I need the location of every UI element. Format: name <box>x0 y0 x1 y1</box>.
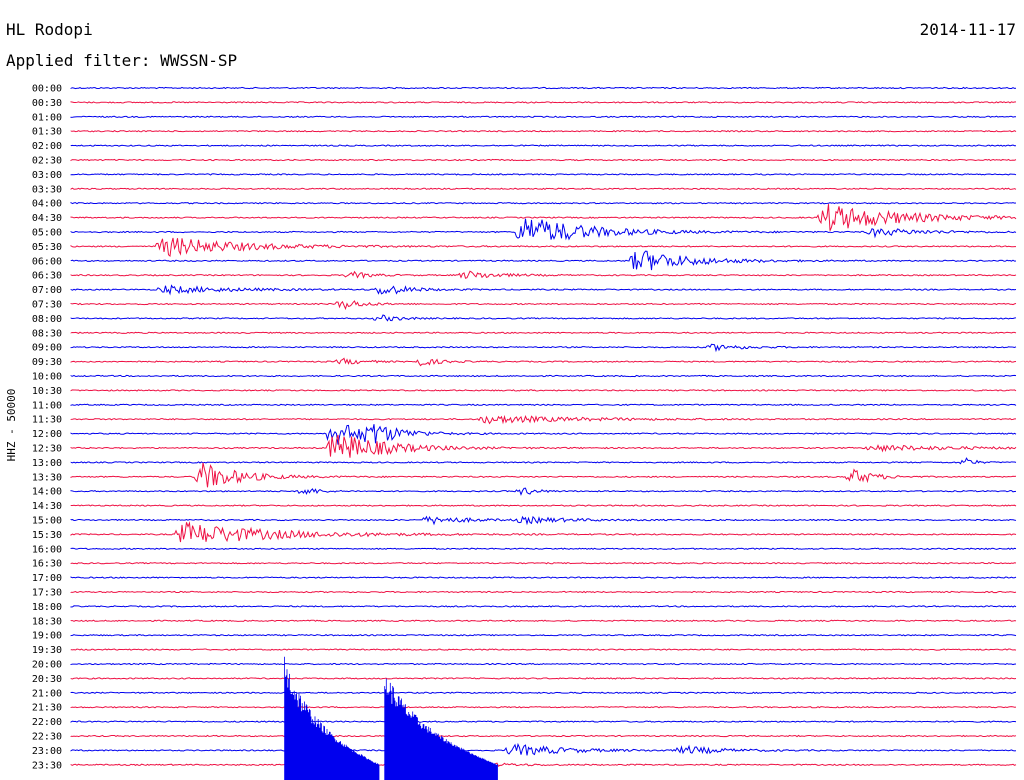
trace-line-03:30 <box>70 187 1017 191</box>
trace-line-20:30 <box>70 677 1017 680</box>
trace-line-01:30 <box>70 130 1017 133</box>
time-tick-label: 16:30 <box>32 559 62 570</box>
trace-line-12:30 <box>70 434 1017 458</box>
large-earthquake-signal <box>384 678 498 780</box>
time-tick-label: 07:30 <box>32 300 62 311</box>
trace-line-13:00 <box>70 457 1017 465</box>
time-tick-label: 01:00 <box>32 112 62 123</box>
trace-line-07:30 <box>70 300 1017 311</box>
trace-line-19:00 <box>70 634 1017 637</box>
trace-line-01:00 <box>70 115 1017 118</box>
time-tick-label: 14:00 <box>32 487 62 498</box>
trace-line-17:00 <box>70 576 1017 579</box>
time-tick-label: 11:30 <box>32 415 62 426</box>
trace-line-15:30 <box>70 521 1017 543</box>
trace-line-06:00 <box>70 250 1017 271</box>
time-tick-label: 13:00 <box>32 458 62 469</box>
time-tick-label: 04:30 <box>32 213 62 224</box>
time-tick-label: 15:00 <box>32 516 62 527</box>
trace-line-11:30 <box>70 414 1017 425</box>
time-tick-label: 16:00 <box>32 544 62 555</box>
trace-line-04:00 <box>70 201 1017 205</box>
trace-line-22:00 <box>70 720 1017 723</box>
trace-line-05:30 <box>70 237 1017 258</box>
time-tick-label: 21:00 <box>32 688 62 699</box>
time-tick-label: 23:00 <box>32 746 62 757</box>
time-tick-label: 18:00 <box>32 602 62 613</box>
trace-line-03:00 <box>70 173 1017 176</box>
trace-line-10:30 <box>70 389 1017 392</box>
time-tick-label: 12:00 <box>32 429 62 440</box>
time-tick-label: 06:00 <box>32 256 62 267</box>
time-tick-label: 12:30 <box>32 444 62 455</box>
time-tick-label: 17:30 <box>32 588 62 599</box>
time-tick-label: 03:00 <box>32 170 62 181</box>
time-tick-label: 15:30 <box>32 530 62 541</box>
time-tick-label: 18:30 <box>32 616 62 627</box>
large-earthquake-signal <box>284 656 380 780</box>
time-tick-label: 19:00 <box>32 631 62 642</box>
trace-line-17:30 <box>70 590 1017 594</box>
time-tick-label: 22:00 <box>32 717 62 728</box>
time-tick-label: 20:30 <box>32 674 62 685</box>
y-axis-label: HHZ - 50000 <box>5 389 18 462</box>
trace-line-02:00 <box>70 144 1017 147</box>
trace-line-13:30 <box>70 462 1017 488</box>
trace-rows: 00:00 00:30 01:00 01:30 02:00 02:30 03:00 03:30… <box>32 84 1017 780</box>
seismogram-helicorder: HHZ - 50000 00:00 00:30 01:00 01:30 02:00 02:… <box>5 84 1017 780</box>
time-tick-label: 23:30 <box>32 760 62 771</box>
trace-line-20:00 <box>70 662 1017 666</box>
time-tick-label: 10:00 <box>32 372 62 383</box>
trace-line-00:30 <box>70 101 1017 104</box>
time-tick-label: 05:00 <box>32 228 62 239</box>
time-tick-label: 03:30 <box>32 184 62 195</box>
trace-line-21:30 <box>70 706 1017 709</box>
time-tick-label: 17:00 <box>32 573 62 584</box>
trace-line-10:00 <box>70 374 1017 378</box>
trace-line-08:00 <box>70 314 1017 322</box>
time-tick-label: 10:30 <box>32 386 62 397</box>
time-tick-label: 09:00 <box>32 343 62 354</box>
trace-line-23:00 <box>70 742 1017 756</box>
trace-line-15:00 <box>70 515 1017 526</box>
time-tick-label: 06:30 <box>32 271 62 282</box>
trace-line-09:00 <box>70 343 1017 353</box>
trace-line-14:00 <box>70 487 1017 496</box>
trace-line-18:30 <box>70 619 1017 623</box>
time-tick-label: 02:00 <box>32 141 62 152</box>
time-tick-label: 05:30 <box>32 242 62 253</box>
time-tick-label: 04:00 <box>32 199 62 210</box>
time-tick-label: 14:30 <box>32 501 62 512</box>
time-tick-label: 00:30 <box>32 98 62 109</box>
time-tick-label: 22:30 <box>32 732 62 743</box>
trace-line-21:00 <box>70 691 1017 695</box>
time-tick-label: 07:00 <box>32 285 62 296</box>
trace-line-23:30 <box>70 757 1017 772</box>
trace-line-00:00 <box>70 86 1017 90</box>
trace-line-07:00 <box>70 284 1017 296</box>
trace-line-16:00 <box>70 547 1017 551</box>
time-tick-label: 01:30 <box>32 127 62 138</box>
trace-line-12:00 <box>70 424 1017 445</box>
time-tick-label: 21:30 <box>32 703 62 714</box>
trace-line-18:00 <box>70 605 1017 608</box>
trace-line-14:30 <box>70 504 1017 507</box>
trace-line-09:30 <box>70 357 1017 367</box>
time-tick-label: 08:00 <box>32 314 62 325</box>
time-tick-label: 00:00 <box>32 84 62 95</box>
time-tick-label: 02:30 <box>32 156 62 167</box>
trace-line-08:30 <box>70 331 1017 334</box>
trace-line-19:30 <box>70 648 1017 651</box>
trace-line-02:30 <box>70 158 1017 162</box>
time-tick-label: 19:30 <box>32 645 62 656</box>
time-tick-label: 09:30 <box>32 357 62 368</box>
time-tick-label: 20:00 <box>32 660 62 671</box>
trace-line-16:30 <box>70 562 1017 565</box>
time-tick-label: 08:30 <box>32 328 62 339</box>
trace-line-22:30 <box>70 734 1017 738</box>
time-tick-label: 11:00 <box>32 400 62 411</box>
time-tick-label: 13:30 <box>32 472 62 483</box>
trace-line-11:00 <box>70 403 1017 406</box>
trace-line-06:30 <box>70 270 1017 279</box>
